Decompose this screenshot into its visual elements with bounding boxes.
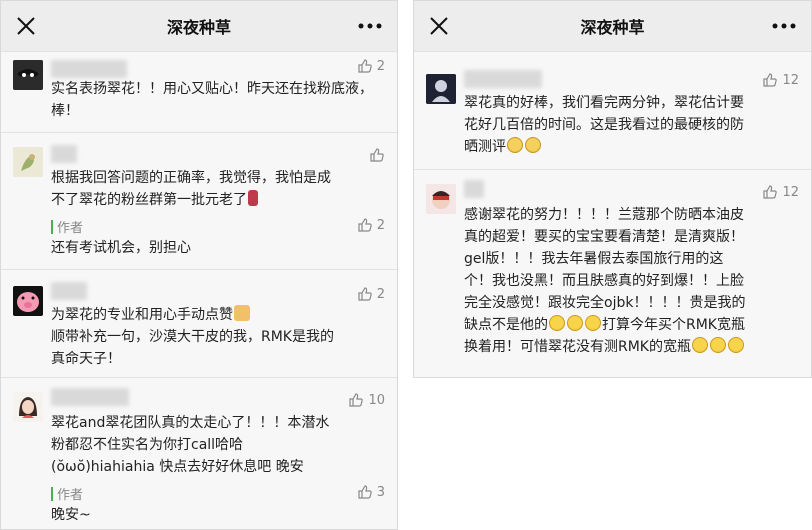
comment-line: 打算今年买个RMK宽瓶: [602, 317, 745, 333]
like-count: 12: [782, 72, 799, 88]
like-count: 3: [376, 484, 385, 500]
author-reply-header: 作者: [51, 484, 83, 503]
thumbs-up-icon: [370, 148, 384, 162]
comment-card: 2 为翠花的专业和用心手动点赞 顺带补充一句，沙漠大干皮的我，RMK是我的 真命…: [1, 269, 397, 377]
comment-line: 完全没感觉！跟妆完全ojbk！！！！贵是我的: [464, 295, 746, 311]
username-blurred: [464, 180, 484, 198]
comment-text: 实名表扬翠花！！用心又贴心！昨天还在找粉底液，棒！: [51, 81, 373, 119]
avatar[interactable]: [13, 286, 43, 316]
top-bar: 深夜种草: [1, 1, 397, 51]
comment-line: 不了翠花的粉丝群第一批元老了: [51, 192, 247, 208]
thumbs-up-icon: [358, 59, 372, 73]
like-count: 10: [368, 392, 385, 408]
crying-emoji-icon: [728, 337, 744, 353]
like-button[interactable]: 12: [762, 72, 799, 88]
comment-card: 根据我回答问题的正确率，我觉得，我怕是成 不了翠花的粉丝群第一批元老了 作者 2…: [1, 132, 397, 269]
comment-line: 换着用！可惜翠花没有测RMK的宽瓶: [464, 339, 691, 355]
rose-emoji-icon: [248, 190, 258, 206]
author-like-button[interactable]: 2: [357, 217, 385, 233]
crying-emoji-icon: [549, 315, 565, 331]
thinking-emoji-icon: [507, 137, 523, 153]
top-bar: 深夜种草: [414, 1, 811, 51]
username-blurred: [51, 60, 127, 78]
thumbs-up-icon: [358, 485, 372, 499]
comment-line: 翠花真的好棒，我们看完两分钟，翠花估计要: [464, 95, 744, 111]
page-title: 深夜种草: [580, 18, 645, 37]
left-screen: 深夜种草 2 实名表扬翠花！！用心又贴心！昨天还在找粉底液，棒！ 根据我回答问题…: [0, 0, 398, 530]
avatar[interactable]: [13, 392, 43, 422]
comment-line: 个！我也没黑！而且肤感真的好到爆！！上脸: [464, 273, 744, 289]
avatar[interactable]: [13, 60, 43, 90]
comment-line: 翠花and翠花团队真的太走心了！！！本潜水: [51, 415, 330, 431]
comment-text: 根据我回答问题的正确率，我觉得，我怕是成 不了翠花的粉丝群第一批元老了: [51, 167, 383, 211]
thumbs-up-icon: [763, 73, 778, 87]
comment-card: 12 感谢翠花的努力！！！！兰蔻那个防晒本油皮 真的超爱！要买的宝宝要看清楚！是…: [414, 169, 811, 377]
comment-line: 真的超爱！要买的宝宝要看清楚！是清爽版！: [464, 229, 744, 245]
author-label: 作者: [57, 488, 84, 503]
avatar[interactable]: [426, 184, 456, 214]
author-reply-text: 晚安~: [51, 507, 91, 523]
username-blurred: [464, 70, 542, 88]
comment-text: 翠花真的好棒，我们看完两分钟，翠花估计要 花好几百倍的时间。这是我看过的最硬核的…: [464, 92, 797, 158]
author-reply-text: 还有考试机会，别担心: [51, 240, 191, 256]
thumbs-up-icon: [763, 185, 778, 199]
username-blurred: [51, 388, 129, 406]
like-button[interactable]: 10: [348, 392, 385, 408]
thumbs-up-icon: [358, 218, 372, 232]
comment-text: 为翠花的专业和用心手动点赞 顺带补充一句，沙漠大干皮的我，RMK是我的 真命天子…: [51, 304, 383, 370]
comment-card: 2 实名表扬翠花！！用心又贴心！昨天还在找粉底液，棒！: [1, 51, 397, 132]
page-title: 深夜种草: [166, 18, 231, 37]
comment-card: 10 翠花and翠花团队真的太走心了！！！本潜水 粉都忍不住实名为你打call哈…: [1, 377, 397, 529]
crying-emoji-icon: [710, 337, 726, 353]
like-button[interactable]: 2: [357, 286, 385, 302]
like-button[interactable]: 2: [357, 58, 385, 74]
comment-line: 根据我回答问题的正确率，我觉得，我怕是成: [51, 170, 331, 186]
like-count: 2: [376, 58, 385, 74]
more-icon[interactable]: [771, 15, 797, 37]
comment-line: 晒测评: [464, 139, 506, 155]
avatar[interactable]: [426, 74, 456, 104]
author-label: 作者: [57, 221, 84, 236]
comment-line: gel版！！！我去年暑假去泰国旅行用的这: [464, 251, 724, 267]
comment-line: 顺带补充一句，沙漠大干皮的我，RMK是我的: [51, 329, 334, 345]
like-button[interactable]: 12: [762, 184, 799, 200]
username-blurred: [51, 282, 87, 300]
like-count: 2: [376, 286, 385, 302]
thumbs-up-icon: [349, 393, 364, 407]
crying-emoji-icon: [567, 315, 583, 331]
thumbs-up-emoji-icon: [234, 305, 250, 321]
avatar[interactable]: [13, 147, 43, 177]
like-count: 12: [782, 184, 799, 200]
comment-line: 缺点不是他的: [464, 317, 548, 333]
like-count: 2: [376, 217, 385, 233]
author-bar: [51, 219, 53, 234]
thinking-emoji-icon: [525, 137, 541, 153]
right-screen: 深夜种草 12 翠花真的好棒，我们看完两分钟，翠花估计要 花好几百倍的时间。这是…: [413, 0, 812, 378]
comment-text: 翠花and翠花团队真的太走心了！！！本潜水 粉都忍不住实名为你打call哈哈 (…: [51, 412, 383, 478]
author-like-button[interactable]: 3: [357, 484, 385, 500]
comment-line: 为翠花的专业和用心手动点赞: [51, 307, 233, 323]
comment-line: 真命天子！: [51, 351, 121, 367]
comment-text: 感谢翠花的努力！！！！兰蔻那个防晒本油皮 真的超爱！要买的宝宝要看清楚！是清爽版…: [464, 204, 797, 358]
comment-card: 12 翠花真的好棒，我们看完两分钟，翠花估计要 花好几百倍的时间。这是我看过的最…: [414, 51, 811, 169]
comment-line: 感谢翠花的努力！！！！兰蔻那个防晒本油皮: [464, 207, 744, 223]
username-blurred: [51, 145, 77, 163]
thumbs-up-icon: [358, 287, 372, 301]
like-button[interactable]: [369, 147, 385, 163]
comment-line: 粉都忍不住实名为你打call哈哈: [51, 437, 244, 453]
crying-emoji-icon: [692, 337, 708, 353]
author-bar: [51, 486, 53, 501]
crying-emoji-icon: [585, 315, 601, 331]
author-reply-header: 作者: [51, 217, 83, 236]
comment-line: (ŏωŏ)hiahiahia 快点去好好休息吧 晚安: [51, 459, 304, 475]
comment-line: 花好几百倍的时间。这是我看过的最硬核的防: [464, 117, 744, 133]
more-icon[interactable]: [357, 15, 383, 37]
